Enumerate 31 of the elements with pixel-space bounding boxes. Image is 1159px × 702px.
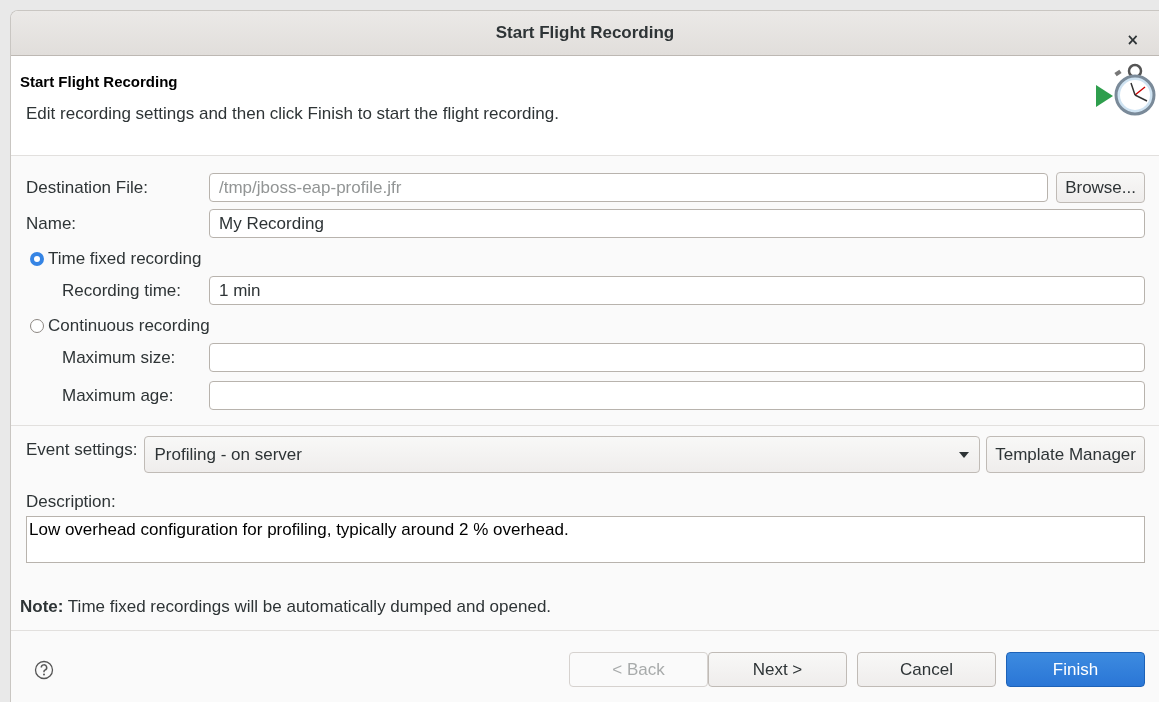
window-title: Start Flight Recording — [495, 23, 675, 43]
template-manager-button[interactable]: Template Manager — [986, 436, 1145, 473]
text-field[interactable] — [209, 381, 1145, 410]
dialog-button[interactable]: Next > — [708, 652, 847, 687]
field-label: Destination File: — [26, 177, 149, 198]
text-field[interactable] — [209, 343, 1145, 372]
text-field[interactable]: 1 min — [209, 276, 1145, 305]
dropdown-value: Profiling - on server — [154, 444, 302, 465]
radio-icon[interactable] — [30, 251, 44, 266]
radio-option[interactable]: Time fixed recording — [26, 244, 1145, 273]
field-label: Recording time: — [61, 280, 183, 301]
field-label: Maximum size: — [61, 347, 177, 368]
radio-label: Time fixed recording — [48, 248, 202, 269]
help-icon[interactable] — [34, 659, 54, 680]
event-settings-dropdown[interactable]: Profiling - on server — [143, 436, 981, 473]
page-message: Edit recording settings and then click Finish to start the flight recording. — [25, 104, 559, 124]
caret-icon — [959, 451, 970, 458]
radio-option[interactable]: Continuous recording — [26, 311, 1145, 340]
text-field[interactable]: My Recording — [209, 209, 1145, 238]
radio-icon[interactable] — [30, 318, 44, 333]
dialog-button[interactable]: Finish — [1006, 652, 1145, 687]
field-label: Event settings: — [26, 440, 138, 460]
description-text: Low overhead configuration for profiling, typically around 2 % overhead. — [26, 516, 1145, 563]
note-text: Note: Time fixed recordings will be automatically dumped and opened. — [20, 597, 553, 617]
description-label: Description: — [26, 492, 117, 512]
page-title: Start Flight Recording — [20, 73, 179, 90]
radio-label: Continuous recording — [48, 315, 210, 336]
close-button[interactable]: × — [1124, 24, 1141, 55]
field-label: Maximum age: — [61, 385, 175, 406]
field-label: Name: — [26, 213, 78, 234]
dialog-button[interactable]: Cancel — [857, 652, 996, 687]
